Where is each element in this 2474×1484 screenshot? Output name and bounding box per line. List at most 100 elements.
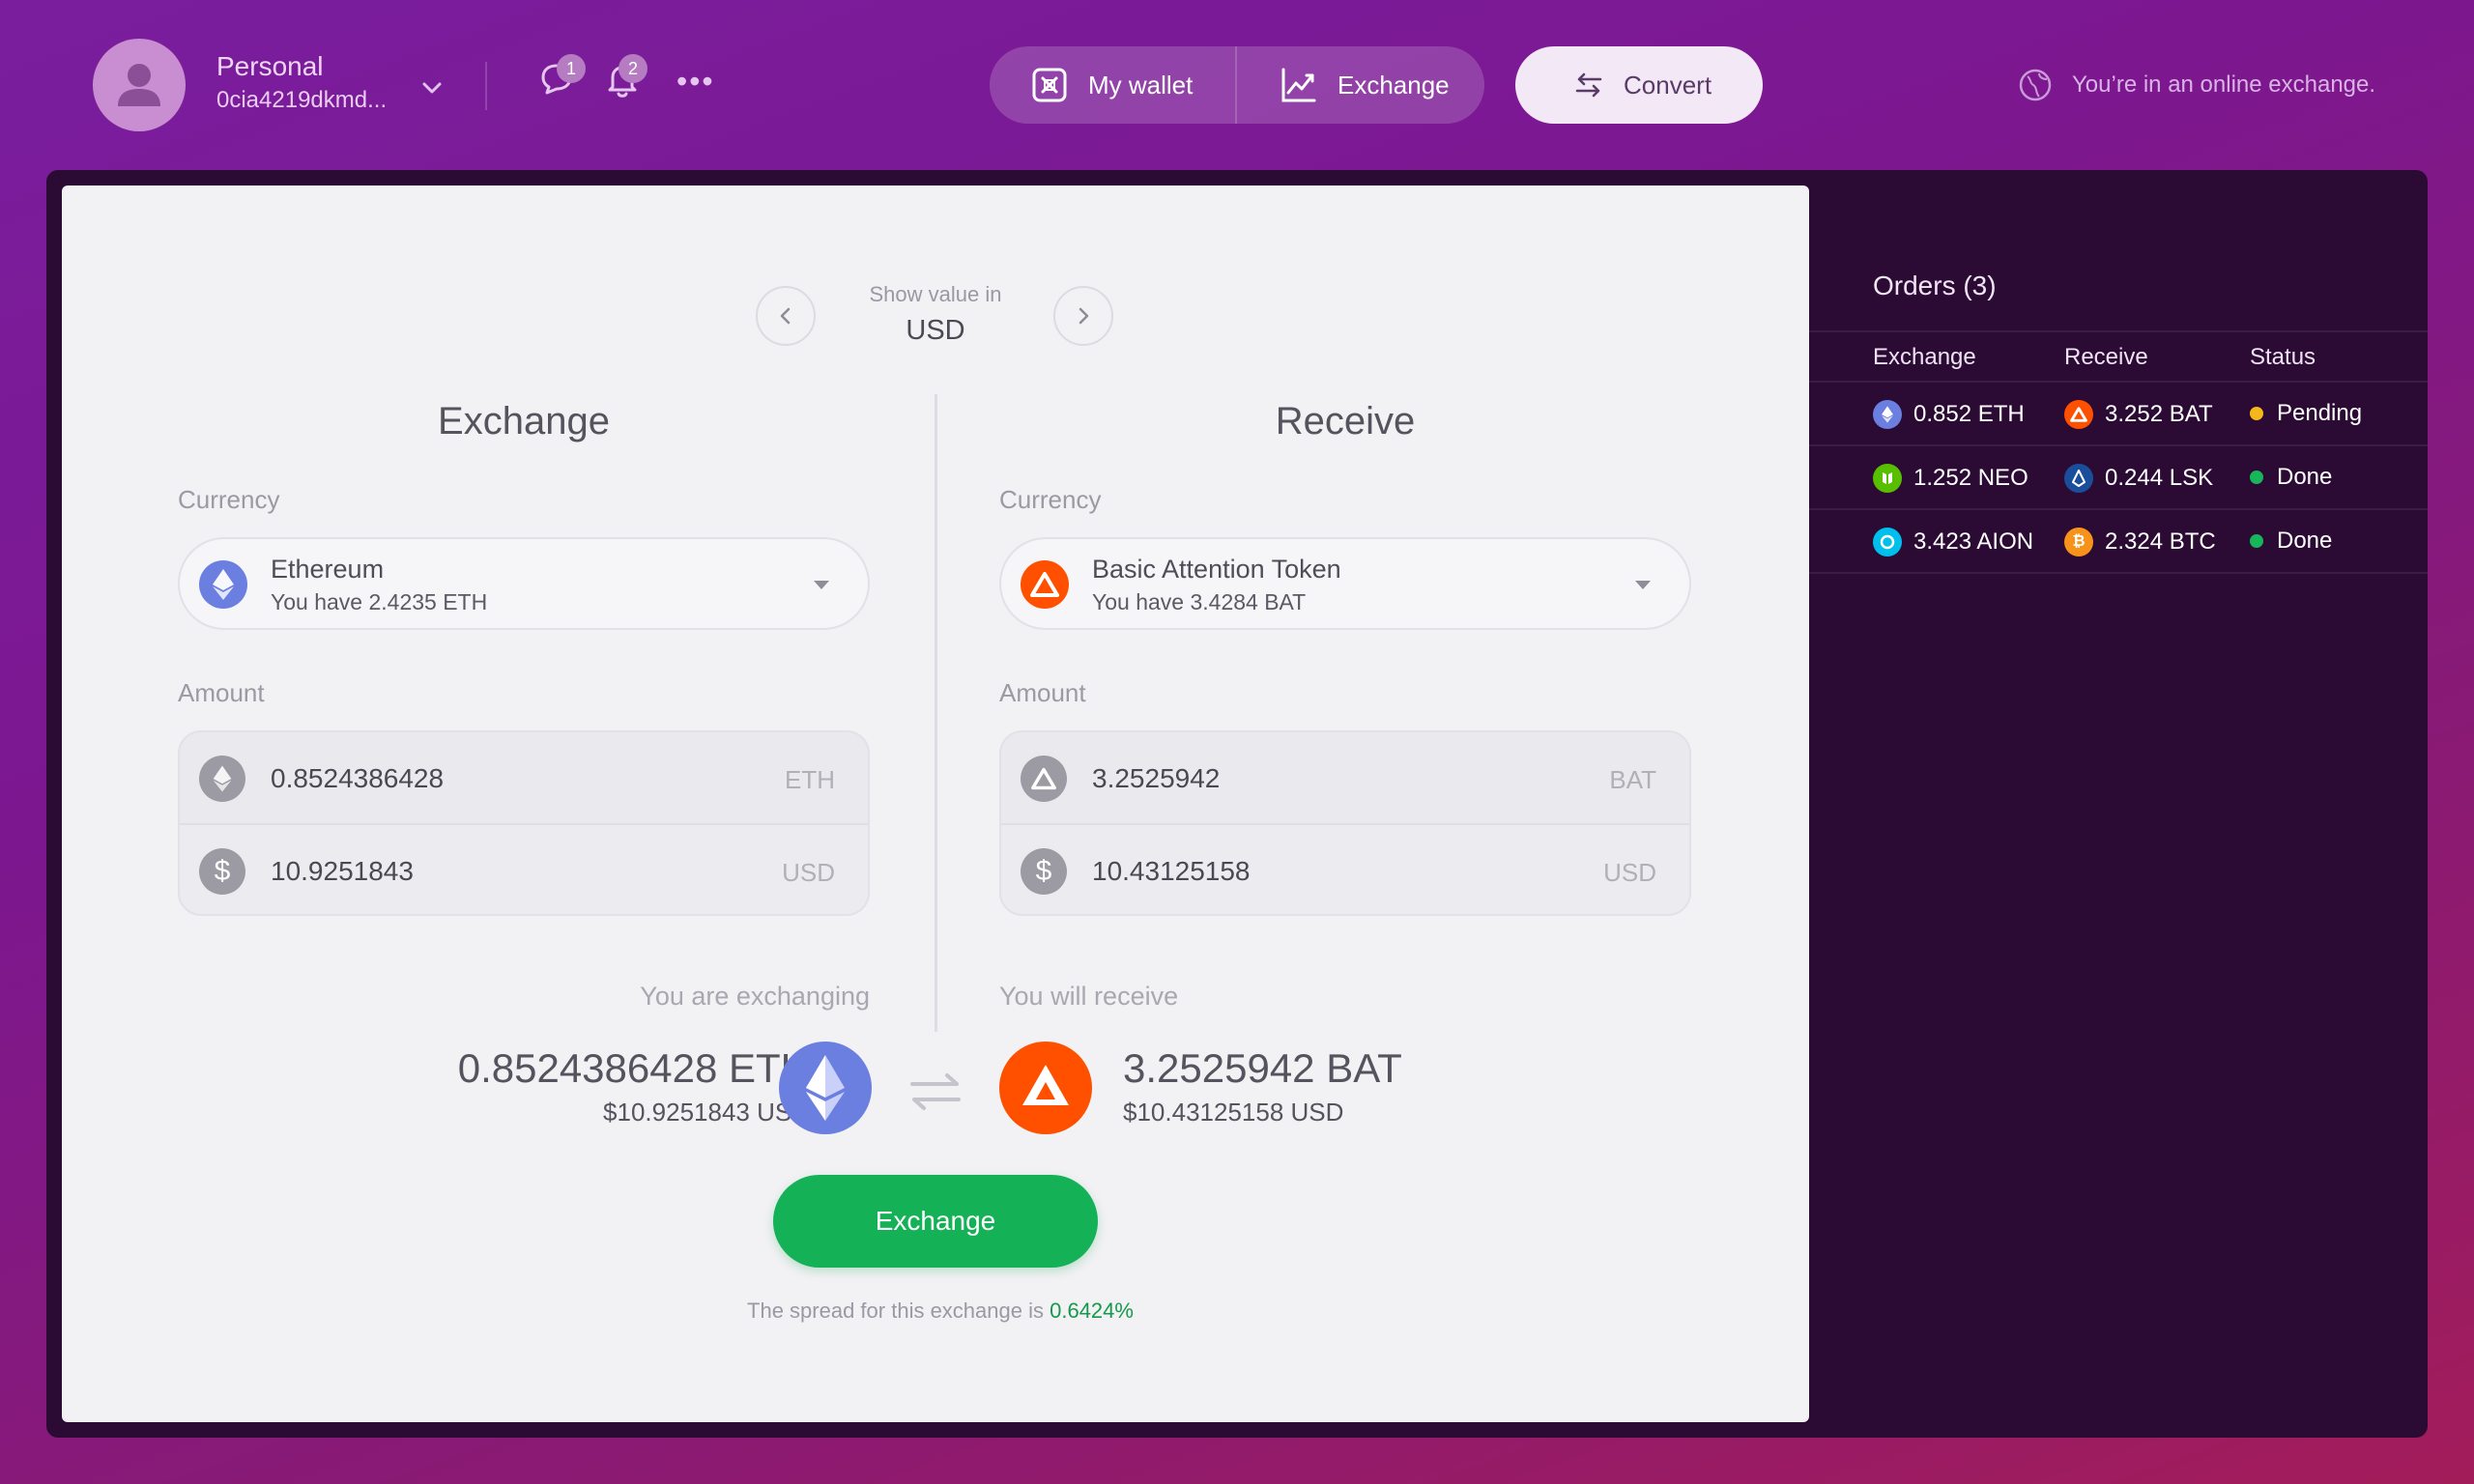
show-value-currency: USD — [906, 315, 965, 346]
exchange-amount-label: Amount — [178, 678, 265, 707]
exchange-amount-group: 0.8524386428 ETH $ 10.9251843 USD — [178, 730, 870, 916]
notifications-badge: 2 — [618, 54, 647, 83]
bat-icon — [1021, 756, 1067, 802]
order-receive-amount: 0.244 LSK — [2105, 465, 2214, 491]
receive-crypto-unit: BAT — [1609, 765, 1656, 794]
receive-crypto-amount: 3.2525942 — [1092, 763, 1221, 793]
order-receive-cell: 0.244 LSK — [2064, 464, 2213, 493]
converter-card: Show value in USD Exchange Currency Ethe… — [62, 186, 1809, 1422]
notifications-button[interactable]: 2 — [601, 54, 647, 100]
convert-button[interactable]: Convert — [1515, 46, 1763, 124]
column-divider — [935, 394, 937, 1032]
column-header-receive: Receive — [2064, 344, 2148, 370]
eth-icon — [199, 560, 247, 609]
order-exchange-cell: 3.423 AION — [1873, 528, 2033, 556]
exchange-currency-balance: You have 2.4235 ETH — [271, 589, 488, 614]
receiving-fiat: $10.43125158 USD — [1123, 1098, 1344, 1127]
show-value-label: Show value in — [869, 282, 1002, 306]
messages-button[interactable]: 1 — [535, 54, 586, 100]
dollar-icon: $ — [199, 848, 245, 895]
order-status: Done — [2277, 528, 2333, 554]
main-nav: My wallet Exchange — [990, 46, 1484, 124]
swap-arrows-icon — [910, 1073, 961, 1110]
order-receive-amount: 2.324 BTC — [2105, 528, 2216, 555]
next-currency-button[interactable] — [1053, 286, 1113, 346]
tab-my-wallet-label: My wallet — [1088, 70, 1194, 100]
avatar[interactable] — [93, 39, 186, 131]
order-receive-cell: ₿ 2.324 BTC — [2064, 528, 2216, 556]
wallet-icon — [1032, 68, 1067, 102]
user-icon — [118, 64, 160, 106]
status-dot — [2250, 407, 2263, 420]
spread-value: 0.6424% — [1050, 1298, 1134, 1323]
column-header-exchange: Exchange — [1873, 344, 1976, 370]
order-exchange-amount: 3.423 AION — [1913, 528, 2034, 555]
receive-crypto-amount-field[interactable]: 3.2525942 BAT — [1001, 732, 1689, 825]
orders-title: Orders (3) — [1873, 271, 1997, 300]
receive-currency-name: Basic Attention Token — [1092, 555, 1341, 584]
globe-icon — [2019, 69, 2052, 101]
exchange-title: Exchange — [438, 400, 610, 442]
tab-exchange[interactable]: Exchange — [1237, 46, 1484, 124]
online-status: You’re in an online exchange. — [2018, 68, 2375, 102]
receive-fiat-amount: 10.43125158 — [1092, 856, 1251, 886]
dollar-icon: $ — [1021, 848, 1067, 895]
table-row[interactable]: 1.252 NEO 0.244 LSK Done — [1809, 446, 2428, 510]
divider — [485, 62, 487, 110]
exchange-crypto-amount: 0.8524386428 — [271, 763, 445, 793]
receive-currency-select[interactable]: Basic Attention Token You have 3.4284 BA… — [999, 537, 1691, 630]
messages-badge: 1 — [557, 54, 586, 83]
caret-down-icon — [1635, 581, 1651, 589]
order-exchange-cell: 1.252 NEO — [1873, 464, 2028, 493]
tab-my-wallet[interactable]: My wallet — [990, 46, 1237, 124]
bat-icon — [1021, 560, 1069, 609]
eth-icon — [1873, 400, 1902, 429]
exchange-crypto-amount-field[interactable]: 0.8524386428 ETH — [180, 732, 868, 825]
chevron-down-icon[interactable] — [417, 73, 446, 102]
order-exchange-amount: 1.252 NEO — [1913, 465, 2028, 491]
receive-fiat-amount-field[interactable]: $ 10.43125158 USD — [1001, 825, 1689, 914]
status-dot — [2250, 471, 2263, 484]
receive-amount-label: Amount — [999, 678, 1086, 707]
receive-fiat-unit: USD — [1603, 858, 1656, 887]
spread-info: The spread for this exchange is 0.6424% — [62, 1298, 1809, 1324]
order-status: Done — [2277, 464, 2333, 490]
order-exchange-amount: 0.852 ETH — [1913, 401, 2025, 427]
order-status-cell: Pending — [2250, 400, 2362, 427]
account-name[interactable]: Personal — [216, 51, 324, 82]
exchange-currency-name: Ethereum — [271, 555, 385, 584]
table-row[interactable]: 3.423 AION ₿ 2.324 BTC Done — [1809, 510, 2428, 574]
eth-icon — [779, 1042, 872, 1134]
bat-icon — [2064, 400, 2093, 429]
order-status: Pending — [2277, 400, 2363, 426]
exchange-button[interactable]: Exchange — [773, 1175, 1098, 1268]
exchange-currency-select[interactable]: Ethereum You have 2.4235 ETH — [178, 537, 870, 630]
order-receive-cell: 3.252 BAT — [2064, 400, 2213, 429]
receive-currency-balance: You have 3.4284 BAT — [1092, 589, 1307, 614]
spread-text: The spread for this exchange is — [747, 1298, 1044, 1323]
eth-icon — [199, 756, 245, 802]
exchange-fiat-amount-field[interactable]: $ 10.9251843 USD — [180, 825, 868, 914]
status-dot — [2250, 534, 2263, 548]
tab-exchange-label: Exchange — [1338, 70, 1450, 100]
order-exchange-cell: 0.852 ETH — [1873, 400, 2025, 429]
table-row[interactable]: 0.852 ETH 3.252 BAT Pending — [1809, 383, 2428, 446]
more-options-icon[interactable]: ••• — [676, 64, 715, 100]
exchange-fiat-unit: USD — [782, 858, 835, 887]
orders-table-header: Exchange Receive Status — [1809, 330, 2428, 383]
exchange-fiat-amount: 10.9251843 — [271, 856, 414, 886]
lsk-icon — [2064, 464, 2093, 493]
btc-icon: ₿ — [2064, 528, 2093, 556]
exchanging-label: You are exchanging — [640, 982, 870, 1011]
chart-line-icon — [1281, 68, 1316, 102]
receive-currency-label: Currency — [999, 485, 1102, 514]
neo-icon — [1873, 464, 1902, 493]
convert-button-label: Convert — [1624, 70, 1712, 100]
receive-title: Receive — [1275, 400, 1416, 442]
receiving-label: You will receive — [999, 982, 1179, 1011]
online-status-text: You’re in an online exchange. — [2072, 71, 2376, 98]
exchange-crypto-unit: ETH — [785, 765, 835, 794]
receive-amount-group: 3.2525942 BAT $ 10.43125158 USD — [999, 730, 1691, 916]
swap-arrows-icon — [1575, 72, 1602, 98]
column-header-status: Status — [2250, 344, 2316, 370]
